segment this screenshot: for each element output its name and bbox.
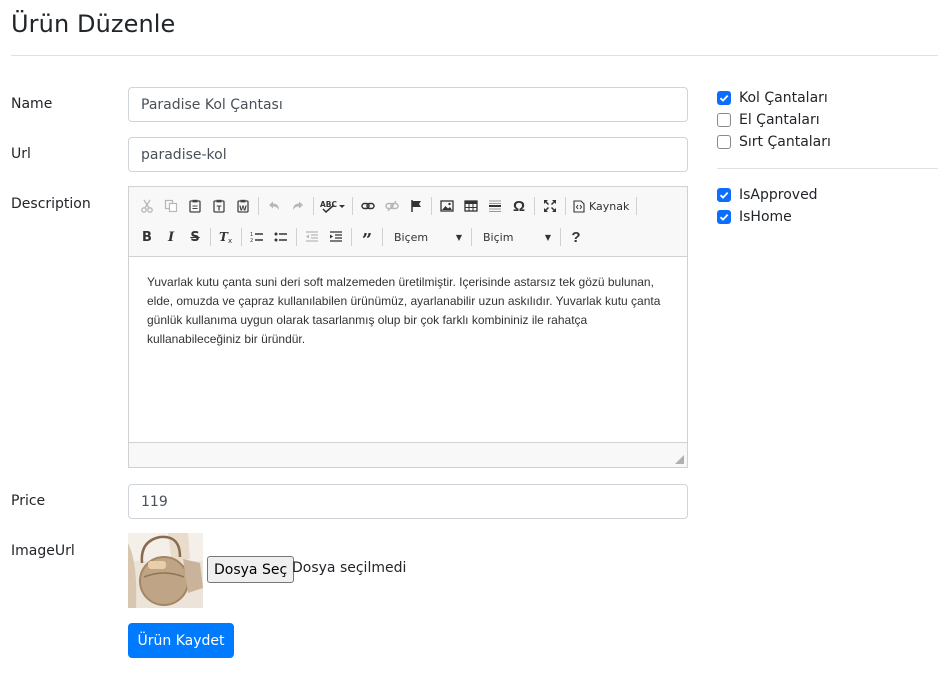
undo-icon[interactable]: [262, 194, 286, 218]
chevron-down-icon: ▼: [544, 232, 551, 242]
name-input[interactable]: [128, 87, 688, 122]
format-label: Biçim: [483, 230, 514, 244]
toolbar-separator: [560, 228, 561, 246]
paste-word-icon[interactable]: W: [231, 194, 255, 218]
category-kol-cantalari[interactable]: Kol Çantaları: [717, 88, 828, 108]
paste-text-icon[interactable]: T: [207, 194, 231, 218]
flag-label: IsHome: [739, 209, 792, 225]
cut-icon[interactable]: [135, 194, 159, 218]
category-label: El Çantaları: [739, 112, 820, 128]
toolbar-separator: [241, 228, 242, 246]
table-icon[interactable]: [459, 194, 483, 218]
toolbar-separator: [210, 228, 211, 246]
right-divider: [717, 168, 938, 169]
spellcheck-icon[interactable]: ABC: [317, 194, 349, 218]
unlink-icon[interactable]: [380, 194, 404, 218]
bulleted-list-icon[interactable]: [269, 225, 293, 249]
svg-text:ABC: ABC: [320, 200, 338, 209]
source-button[interactable]: Kaynak: [569, 194, 633, 218]
source-label: Kaynak: [589, 199, 630, 213]
is-approved-toggle[interactable]: IsApproved: [717, 185, 818, 205]
save-product-button[interactable]: Ürün Kaydet: [128, 623, 234, 658]
svg-text:x: x: [228, 237, 232, 244]
editor-content[interactable]: Yuvarlak kutu çanta suni deri soft malze…: [129, 257, 687, 443]
toolbar-separator: [296, 228, 297, 246]
styles-label: Biçem: [394, 230, 429, 244]
checkbox[interactable]: [717, 113, 731, 127]
styles-dropdown[interactable]: Biçem ▼: [386, 225, 468, 249]
toolbar-separator: [382, 228, 383, 246]
toolbar-separator: [258, 197, 259, 215]
url-input[interactable]: [128, 137, 688, 172]
editor-footer: [129, 442, 687, 467]
rich-text-editor: T W ABC Ω Kaynak B I S T x 1 2 ” Biçem ▼…: [128, 186, 688, 468]
special-char-omega-icon[interactable]: Ω: [507, 194, 531, 218]
url-label: Url: [11, 146, 31, 162]
image-url-label: ImageUrl: [11, 543, 75, 559]
toolbar-separator: [471, 228, 472, 246]
page-title: Ürün Düzenle: [11, 10, 176, 38]
checkbox[interactable]: [717, 210, 731, 224]
italic-icon[interactable]: I: [159, 225, 183, 249]
title-divider: [11, 55, 938, 56]
strikethrough-icon[interactable]: S: [183, 225, 207, 249]
toolbar-separator: [352, 197, 353, 215]
numbered-list-icon[interactable]: 12: [245, 225, 269, 249]
format-dropdown[interactable]: Biçim ▼: [475, 225, 557, 249]
product-image: [128, 533, 203, 608]
horizontal-line-icon[interactable]: [483, 194, 507, 218]
svg-text:2: 2: [250, 238, 253, 244]
maximize-icon[interactable]: [538, 194, 562, 218]
redo-icon[interactable]: [286, 194, 310, 218]
checkbox[interactable]: [717, 91, 731, 105]
choose-file-button[interactable]: Dosya Seç: [207, 556, 295, 583]
category-label: Sırt Çantaları: [739, 134, 831, 150]
help-icon[interactable]: ?: [564, 225, 588, 249]
link-icon[interactable]: [356, 194, 380, 218]
category-el-cantalari[interactable]: El Çantaları: [717, 110, 820, 130]
chevron-down-icon: ▼: [455, 232, 462, 242]
svg-text:W: W: [239, 205, 247, 213]
toolbar-separator: [351, 228, 352, 246]
price-input[interactable]: [128, 484, 688, 519]
checkbox[interactable]: [717, 188, 731, 202]
editor-toolbar: T W ABC Ω Kaynak B I S T x 1 2 ” Biçem ▼…: [129, 187, 687, 257]
checkbox[interactable]: [717, 135, 731, 149]
category-sirt-cantalari[interactable]: Sırt Çantaları: [717, 132, 831, 152]
flag-label: IsApproved: [739, 187, 818, 203]
outdent-icon[interactable]: [300, 225, 324, 249]
is-home-toggle[interactable]: IsHome: [717, 207, 792, 227]
category-label: Kol Çantaları: [739, 90, 828, 106]
toolbar-separator: [565, 197, 566, 215]
description-label: Description: [11, 196, 91, 212]
resize-handle-icon[interactable]: [675, 455, 684, 464]
paste-icon[interactable]: [183, 194, 207, 218]
anchor-flag-icon[interactable]: [404, 194, 428, 218]
bold-icon[interactable]: B: [135, 225, 159, 249]
toolbar-separator: [534, 197, 535, 215]
name-label: Name: [11, 96, 53, 112]
blockquote-icon[interactable]: ”: [355, 225, 379, 251]
toolbar-separator: [431, 197, 432, 215]
indent-icon[interactable]: [324, 225, 348, 249]
remove-format-icon[interactable]: Tx: [214, 225, 238, 249]
copy-icon[interactable]: [159, 194, 183, 218]
file-status-text: Dosya seçilmedi: [292, 560, 407, 576]
toolbar-separator: [636, 197, 638, 215]
source-icon: [573, 199, 585, 213]
toolbar-separator: [313, 197, 314, 215]
image-icon[interactable]: [435, 194, 459, 218]
svg-text:T: T: [217, 205, 222, 213]
price-label: Price: [11, 493, 46, 509]
